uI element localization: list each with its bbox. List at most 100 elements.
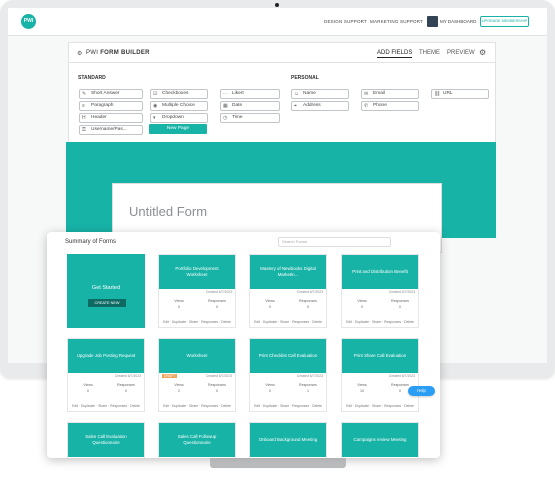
field-time[interactable]: ◷ Time [220, 113, 280, 123]
field-short-answer[interactable]: ✎ Short Answer [79, 89, 143, 99]
upgrade-membership-button[interactable]: UPGRADE MEMBERSHIP [480, 16, 529, 27]
pen-icon: ✎ [82, 91, 87, 97]
field-email[interactable]: ✉ Email [361, 89, 419, 99]
calendar-icon: ▦ [223, 103, 228, 109]
builder-settings-icon: ⚙ [77, 51, 83, 57]
draft-badge: DRAFT [162, 374, 178, 378]
form-tile-thumb: Sales Call Followup Questionnaire [159, 423, 235, 457]
tab-preview[interactable]: PREVIEW [447, 50, 475, 56]
form-builder-panel: ⚙ PWI FORM BUILDER ADD FIELDS THEME PREV… [68, 42, 496, 144]
form-tile-thumb: Mastery of Newbooks Digital Marketin... [250, 255, 326, 289]
views-stat: Views 0 [265, 299, 275, 309]
checkbox-icon: ☑ [153, 91, 158, 97]
field-address[interactable]: ⌖ Address [291, 101, 349, 111]
create-new-button[interactable]: CREATE NEW [88, 299, 126, 307]
form-tile-thumb: Worksheet [159, 339, 235, 373]
form-tile-thumb: Sales Call Evaluation Questionnaire [68, 423, 144, 457]
avatar[interactable] [427, 16, 438, 27]
brand-logo[interactable]: PWI [21, 14, 36, 29]
field-checkboxes[interactable]: ☑ Checkboxes [150, 89, 208, 99]
search-input[interactable]: Search Forms [278, 237, 391, 247]
top-nav: PWI DESIGN SUPPORT MARKETING SUPPORT MY … [8, 8, 547, 36]
get-started-label: Get Started [91, 285, 121, 291]
form-tile-thumb: Portfolio Development Worksheet [159, 255, 235, 289]
tab-theme[interactable]: THEME [419, 50, 440, 56]
created-date: Created 6/7/2023 [205, 374, 232, 378]
tile-actions[interactable]: Edit · Duplicate · Share · Responses · D… [250, 404, 326, 408]
tile-actions[interactable]: Edit · Duplicate · Share · Responses · D… [159, 320, 235, 324]
summary-title: Summary of Forms [65, 239, 117, 245]
form-tile[interactable]: Campaigns review Meeting [341, 422, 419, 458]
created-date: Created 6/7/2023 [205, 290, 232, 294]
responses-stat: Responses 0 [299, 299, 317, 309]
builder-header: ⚙ PWI FORM BUILDER ADD FIELDS THEME PREV… [69, 43, 495, 63]
views-stat: Views 2 [174, 383, 184, 393]
builder-title: PWI FORM BUILDER [86, 50, 150, 56]
form-tile-thumb: Campaigns review Meeting [342, 423, 418, 457]
tile-actions[interactable]: Edit · Duplicate · Share · Responses · D… [342, 320, 418, 324]
form-tile-thumb: Print Share Call Evaluation [342, 339, 418, 373]
likert-icon: ⋯ [223, 91, 228, 97]
responses-stat: Responses 0 [391, 299, 409, 309]
help-button[interactable]: Help [408, 386, 435, 396]
dropdown-icon: ▾ [153, 115, 156, 121]
nav-my-dashboard[interactable]: MY DASHBOARD [440, 19, 476, 24]
user-icon: ☺ [294, 91, 300, 97]
created-date: Created 6/7/2023 [296, 290, 323, 294]
tile-actions[interactable]: Edit · Duplicate · Share · Responses · D… [342, 404, 418, 408]
tab-add-fields[interactable]: ADD FIELDS [377, 50, 413, 58]
header-icon: H [82, 115, 86, 121]
form-tile-thumb: Onboard Background Meeting [250, 423, 326, 457]
form-tile[interactable]: Onboard Background Meeting [249, 422, 327, 458]
form-tile-thumb: Print Checklist Call Evaluation [250, 339, 326, 373]
views-stat: Views 0 [83, 383, 93, 393]
field-paragraph[interactable]: ≡ Paragraph [79, 101, 143, 111]
created-date: Created 6/7/2023 [296, 374, 323, 378]
clock-icon: ◷ [223, 115, 228, 121]
camera-dot [275, 3, 279, 7]
created-date: Created 6/7/2023 [114, 374, 141, 378]
field-username-password[interactable]: ⚿ Username/Pas... [79, 125, 143, 135]
field-header[interactable]: H Header [79, 113, 143, 123]
form-title[interactable]: Untitled Form [129, 204, 207, 219]
responses-stat: Responses 0 [117, 383, 135, 393]
views-stat: Views 0 [357, 299, 367, 309]
tile-actions[interactable]: Edit · Duplicate · Share · Responses · D… [159, 404, 235, 408]
created-date: Created 6/7/2023 [388, 290, 415, 294]
summary-panel: Summary of Forms Search Forms Get Starte… [47, 232, 440, 458]
standard-section-label: STANDARD [78, 75, 106, 81]
field-date[interactable]: ▦ Date [220, 101, 280, 111]
form-tile[interactable]: Sales Call Evaluation Questionnaire [67, 422, 145, 458]
views-stat: Views 0 [265, 383, 275, 393]
radio-icon: ◉ [153, 103, 158, 109]
form-tile[interactable]: Mastery of Newbooks Digital Marketin... … [249, 254, 327, 328]
location-icon: ⌖ [294, 103, 297, 109]
views-stat: Views 0 [174, 299, 184, 309]
personal-section-label: PERSONAL [291, 75, 319, 81]
get-started-tile[interactable]: Get Started CREATE NEW [67, 254, 145, 328]
email-icon: ✉ [364, 91, 369, 97]
new-page-button[interactable]: New Page [149, 124, 207, 134]
field-likert[interactable]: ⋯ Likert [220, 89, 280, 99]
form-tile[interactable]: Print Checklist Call Evaluation Created … [249, 338, 327, 412]
form-tile[interactable]: Print and Distribution Benefit Created 6… [341, 254, 419, 328]
form-tile-thumb: Upgrade Job Posting Request [68, 339, 144, 373]
form-tile[interactable]: Print Share Call Evaluation Created 6/7/… [341, 338, 419, 412]
nav-design-support[interactable]: DESIGN SUPPORT [324, 19, 367, 24]
field-phone[interactable]: ✆ Phone [361, 101, 419, 111]
form-tile[interactable]: Sales Call Followup Questionnaire [158, 422, 236, 458]
tile-actions[interactable]: Edit · Duplicate · Share · Responses · D… [68, 404, 144, 408]
field-dropdown[interactable]: ▾ Dropdown [150, 113, 208, 123]
views-stat: Views 10 [357, 383, 367, 393]
form-tile[interactable]: Portfolio Development Worksheet Created … [158, 254, 236, 328]
field-multiple-choice[interactable]: ◉ Multiple Choice [150, 101, 208, 111]
gear-icon[interactable]: ⚙ [479, 48, 486, 57]
nav-marketing-support[interactable]: MARKETING SUPPORT [370, 19, 423, 24]
form-tile[interactable]: Upgrade Job Posting Request Created 6/7/… [67, 338, 145, 412]
form-tile[interactable]: Worksheet DRAFT Created 6/7/2023 Views 2 … [158, 338, 236, 412]
form-tile-thumb: Print and Distribution Benefit [342, 255, 418, 289]
field-url[interactable]: ⛓ URL [431, 89, 489, 99]
tile-actions[interactable]: Edit · Duplicate · Share · Responses · D… [250, 320, 326, 324]
field-name[interactable]: ☺ Name [291, 89, 349, 99]
key-icon: ⚿ [82, 127, 86, 133]
